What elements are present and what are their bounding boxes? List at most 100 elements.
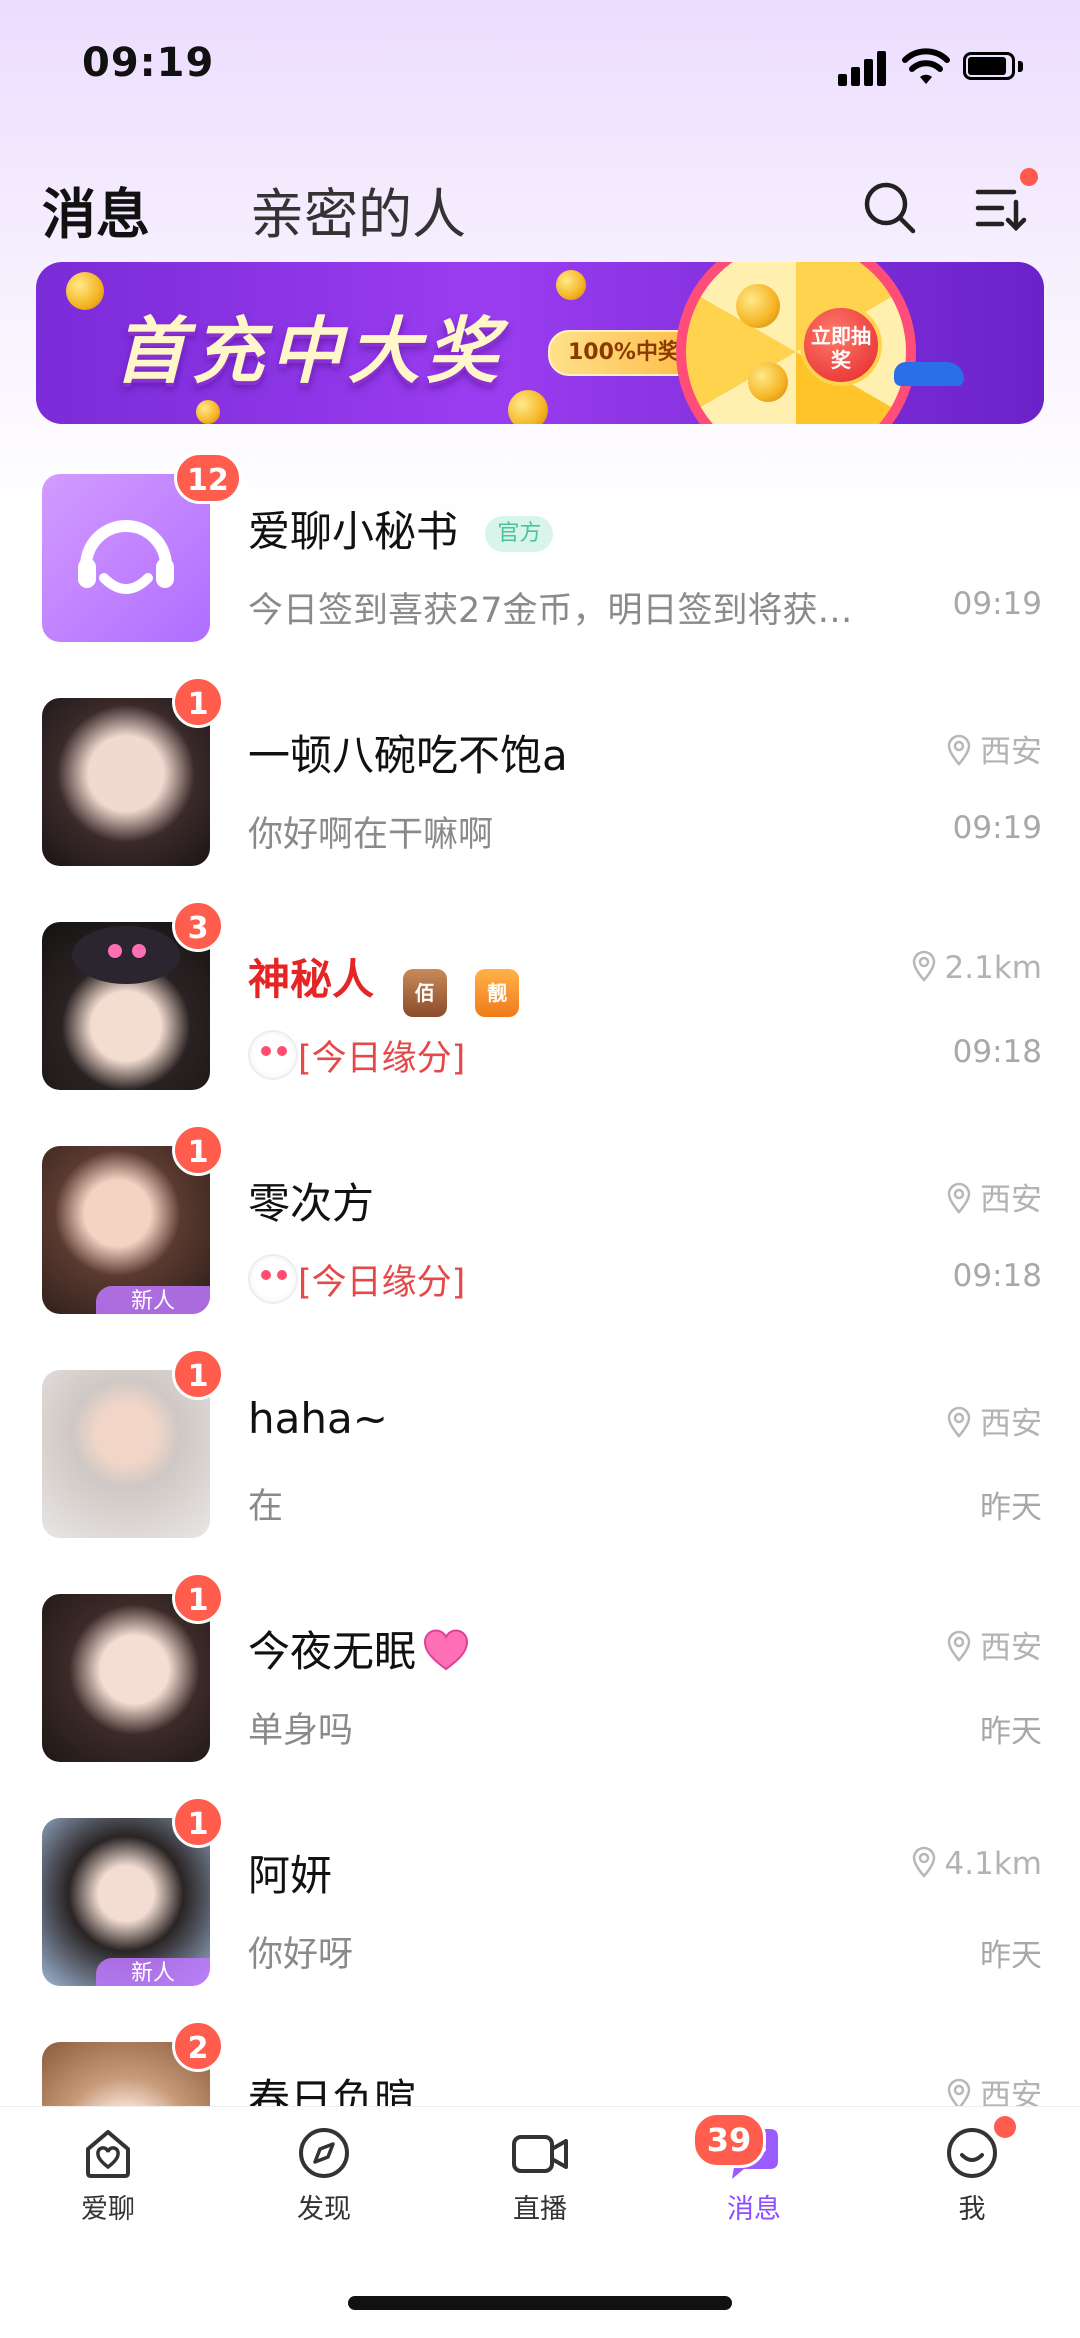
tab-messages[interactable]: 消息: [42, 170, 202, 249]
video-camera-icon: [512, 2135, 568, 2173]
tab-intimate-label: 亲密的人: [250, 183, 466, 246]
location-pin-icon: [912, 1846, 935, 1878]
message-time: 09:19: [952, 810, 1042, 846]
battery-icon: [963, 52, 1025, 82]
messages-count-badge: 39: [692, 2112, 766, 2168]
location-text: 4.1km: [944, 1846, 1042, 1882]
home-heart-icon: [86, 2130, 130, 2178]
message-time: 09:18: [952, 1258, 1042, 1294]
nav-item-me[interactable]: 我: [912, 2123, 1032, 2226]
tab-messages-label: 消息: [42, 183, 150, 246]
message-time: 09:19: [952, 586, 1042, 622]
coin-decoration: [508, 390, 548, 424]
message-preview-text: [今日缘分]: [298, 1039, 466, 1079]
unread-badge: 1: [172, 1572, 224, 1624]
location-label: 西安: [946, 1174, 1042, 1219]
location-label: 2.1km: [911, 950, 1042, 986]
conversation-item[interactable]: 新人 1 阿妍 4.1km 你好呀 昨天: [0, 1784, 1080, 2008]
contact-name: 阿妍: [248, 1851, 333, 1900]
nav-label: 我: [958, 2194, 986, 2225]
status-bar: 09:19: [0, 0, 1080, 135]
location-text: 西安: [980, 1182, 1042, 1218]
coin-decoration: [748, 362, 788, 402]
message-preview-text: [今日缘分]: [298, 1263, 466, 1303]
unread-badge: 2: [172, 2020, 224, 2072]
beauty-medal-icon: 靓: [475, 969, 520, 1017]
nav-label: 直播: [513, 2194, 567, 2225]
location-pin-icon: [947, 1182, 971, 1214]
wifi-icon: [902, 48, 950, 84]
unread-badge: 1: [172, 676, 224, 728]
coin-decoration: [736, 284, 780, 328]
contact-name-text: 今夜无眠: [248, 1627, 417, 1676]
rank-medal-icon: 佰: [402, 969, 447, 1017]
conversation-item[interactable]: 1 今夜无眠 西安 单身吗 昨天: [0, 1560, 1080, 1784]
contact-name: 零次方: [248, 1179, 375, 1228]
new-user-tag: 新人: [96, 1958, 210, 1986]
contact-name: 神秘人 佰 靓: [248, 946, 520, 1017]
draw-now-button[interactable]: 立即抽奖: [800, 304, 882, 386]
location-text: 2.1km: [944, 950, 1042, 986]
conversation-item[interactable]: 12 爱聊小秘书 官方 今日签到喜获27金币，明日签到将获… 09:19: [0, 440, 1080, 664]
conversation-item[interactable]: 3 神秘人 佰 靓 2.1km [今日缘分] 09:18: [0, 888, 1080, 1112]
conversation-item[interactable]: 1 haha~ 西安 在 昨天: [0, 1336, 1080, 1560]
pink-heart-icon: [424, 1629, 469, 1671]
contact-name: 今夜无眠: [248, 1618, 470, 1679]
fate-cat-icon: [248, 1254, 298, 1304]
location-pin-icon: [947, 1630, 971, 1662]
car-prize-icon: [894, 362, 964, 386]
location-label: 西安: [946, 726, 1042, 771]
message-time: 09:18: [952, 1034, 1042, 1070]
tab-intimate[interactable]: 亲密的人: [250, 170, 466, 249]
nav-label: 发现: [297, 2194, 351, 2225]
contact-name: haha~: [248, 1394, 388, 1443]
location-text: 西安: [980, 1406, 1042, 1442]
location-label: 西安: [946, 1398, 1042, 1443]
cellular-signal-icon: [838, 50, 890, 86]
cat-eyes-decoration: [108, 944, 122, 958]
top-header: 消息 亲密的人: [0, 160, 1080, 260]
compass-icon: [299, 2128, 349, 2178]
location-label: 西安: [946, 1622, 1042, 1667]
banner-title: 首充中大奖: [114, 309, 505, 393]
new-user-tag: 新人: [96, 1286, 210, 1314]
location-pin-icon: [912, 950, 935, 982]
contact-name-text: 爱聊小秘书: [248, 507, 459, 556]
message-time: 昨天: [980, 1938, 1042, 1974]
nav-label: 爱聊: [81, 2194, 135, 2225]
contact-name-text: 神秘人: [248, 955, 375, 1004]
unread-badge: 1: [172, 1348, 224, 1400]
location-text: 西安: [980, 1630, 1042, 1666]
notification-dot: [1020, 168, 1038, 186]
location-pin-icon: [947, 1406, 971, 1438]
nav-item-live[interactable]: 直播: [480, 2123, 600, 2226]
unread-badge: 12: [174, 452, 242, 504]
coin-decoration: [556, 270, 586, 300]
location-text: 西安: [980, 734, 1042, 770]
fate-cat-icon: [248, 1030, 298, 1080]
message-time: 昨天: [980, 1714, 1042, 1750]
cat-ears-decoration: [72, 926, 180, 984]
smile-face-icon: [947, 2128, 997, 2178]
status-time: 09:19: [82, 40, 215, 86]
coin-decoration: [196, 400, 220, 424]
message-preview: 在: [248, 1487, 284, 1527]
message-preview: 你好呀: [248, 1935, 354, 1975]
location-pin-icon: [947, 734, 971, 766]
list-menu-icon[interactable]: [974, 180, 1030, 236]
message-time: 昨天: [980, 1490, 1042, 1526]
message-preview: 你好啊在干嘛啊: [248, 815, 494, 855]
home-indicator[interactable]: [348, 2296, 732, 2310]
message-preview: [今日缘分]: [248, 1254, 465, 1305]
nav-item-discover[interactable]: 发现: [264, 2123, 384, 2226]
unread-badge: 1: [172, 1124, 224, 1176]
conversation-item[interactable]: 1 一顿八碗吃不饱a 西安 你好啊在干嘛啊 09:19: [0, 664, 1080, 888]
message-preview: [今日缘分]: [248, 1030, 465, 1081]
nav-item-aichat[interactable]: 爱聊: [48, 2123, 168, 2226]
conversation-item[interactable]: 新人 1 零次方 西安 [今日缘分] 09:18: [0, 1112, 1080, 1336]
message-preview: 单身吗: [248, 1711, 354, 1751]
nav-label: 消息: [727, 2194, 781, 2225]
search-icon[interactable]: [862, 180, 918, 236]
promo-banner[interactable]: 首充中大奖 100%中奖 立即抽奖: [36, 262, 1044, 424]
profile-notification-dot: [994, 2116, 1016, 2138]
